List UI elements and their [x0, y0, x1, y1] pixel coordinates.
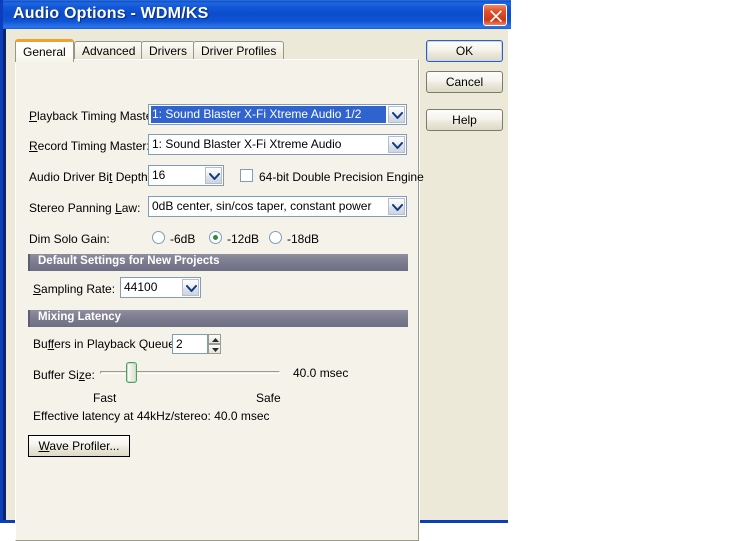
dim-solo-gain-radio-6db[interactable]: [152, 231, 165, 244]
audio-driver-bit-depth-value: 16: [152, 168, 166, 182]
wave-profiler-button-label: Wave Profiler...: [38, 439, 120, 453]
window-title: Audio Options - WDM/KS: [13, 5, 209, 22]
cancel-button[interactable]: Cancel: [426, 71, 503, 93]
ok-button-label: OK: [455, 44, 474, 58]
playback-timing-master-combobox[interactable]: 1: Sound Blaster X-Fi Xtreme Audio 1/2: [148, 104, 407, 125]
playback-timing-master-value: 1: Sound Blaster X-Fi Xtreme Audio 1/2: [151, 106, 386, 123]
buffer-size-value: 40.0 msec: [293, 366, 349, 380]
double-precision-label: 64-bit Double Precision Engine: [259, 170, 424, 184]
help-button-label: Help: [452, 113, 477, 127]
audio-driver-bit-depth-combobox[interactable]: 16: [148, 165, 224, 186]
spinner-down-icon[interactable]: [208, 344, 221, 354]
dialog-client-area: General Advanced Drivers Driver Profiles…: [6, 29, 508, 541]
buffer-size-slider-thumb[interactable]: [126, 362, 137, 383]
tabstrip: General Advanced Drivers Driver Profiles: [15, 39, 415, 62]
tab-drivers[interactable]: Drivers: [141, 41, 195, 60]
audio-driver-bit-depth-label: Audio Driver Bit Depth:: [29, 170, 152, 184]
window-titlebar[interactable]: Audio Options - WDM/KS: [3, 0, 511, 29]
tab-advanced[interactable]: Advanced: [74, 41, 144, 60]
playback-timing-master-label: Playback Timing Master:: [29, 109, 160, 123]
dim-solo-gain-radio-18db[interactable]: [269, 231, 282, 244]
sampling-rate-value: 44100: [124, 280, 158, 294]
record-timing-master-combobox[interactable]: 1: Sound Blaster X-Fi Xtreme Audio: [148, 134, 407, 155]
audio-options-window: Audio Options - WDM/KS General Advanced …: [0, 0, 511, 541]
buffers-in-playback-queue-label: Buffers in Playback Queue:: [33, 337, 179, 351]
default-settings-group-header: Default Settings for New Projects: [28, 254, 408, 271]
buffer-size-max-label: Safe: [256, 391, 281, 405]
dim-solo-gain-label: Dim Solo Gain:: [29, 232, 110, 246]
sampling-rate-combobox[interactable]: 44100: [120, 277, 201, 298]
record-timing-master-label: Record Timing Master:: [29, 139, 150, 153]
effective-latency-text: Effective latency at 44kHz/stereo: 40.0 …: [33, 409, 270, 423]
buffers-in-playback-queue-value: 2: [176, 337, 183, 351]
general-tab-panel: Playback Timing Master: 1: Sound Blaster…: [15, 59, 424, 541]
mixing-latency-group-header: Mixing Latency: [28, 310, 408, 327]
buffers-in-playback-queue-stepper[interactable]: [208, 334, 221, 354]
help-button[interactable]: Help: [426, 109, 503, 131]
record-timing-master-value: 1: Sound Blaster X-Fi Xtreme Audio: [152, 137, 342, 151]
dim-solo-gain-label-6db: -6dB: [170, 232, 196, 246]
buffers-in-playback-queue-input[interactable]: 2: [172, 334, 208, 354]
default-settings-group-title: Default Settings for New Projects: [38, 255, 220, 267]
stereo-panning-law-combobox[interactable]: 0dB center, sin/cos taper, constant powe…: [148, 196, 407, 217]
ok-button[interactable]: OK: [426, 40, 503, 62]
chevron-down-icon[interactable]: [388, 136, 405, 153]
dim-solo-gain-label-12db: -12dB: [227, 232, 260, 246]
chevron-down-icon[interactable]: [388, 106, 405, 123]
mixing-latency-group-title: Mixing Latency: [38, 311, 122, 323]
double-precision-checkbox[interactable]: [240, 169, 253, 182]
stereo-panning-law-label: Stereo Panning Law:: [29, 201, 141, 215]
close-icon[interactable]: [483, 4, 507, 26]
dim-solo-gain-label-18db: -18dB: [287, 232, 320, 246]
chevron-down-icon[interactable]: [205, 167, 222, 184]
wave-profiler-button[interactable]: Wave Profiler...: [28, 435, 130, 457]
buffer-size-label: Buffer Size:: [33, 368, 95, 382]
chevron-down-icon[interactable]: [182, 279, 199, 296]
spinner-up-icon[interactable]: [208, 334, 221, 344]
tab-driver-profiles[interactable]: Driver Profiles: [193, 41, 285, 60]
tab-general[interactable]: General: [15, 39, 74, 62]
chevron-down-icon[interactable]: [388, 198, 405, 215]
dim-solo-gain-radio-12db[interactable]: [209, 231, 222, 244]
cancel-button-label: Cancel: [445, 75, 484, 89]
stereo-panning-law-value: 0dB center, sin/cos taper, constant powe…: [152, 199, 372, 213]
sampling-rate-label: Sampling Rate:: [33, 282, 116, 296]
buffer-size-min-label: Fast: [93, 391, 117, 405]
